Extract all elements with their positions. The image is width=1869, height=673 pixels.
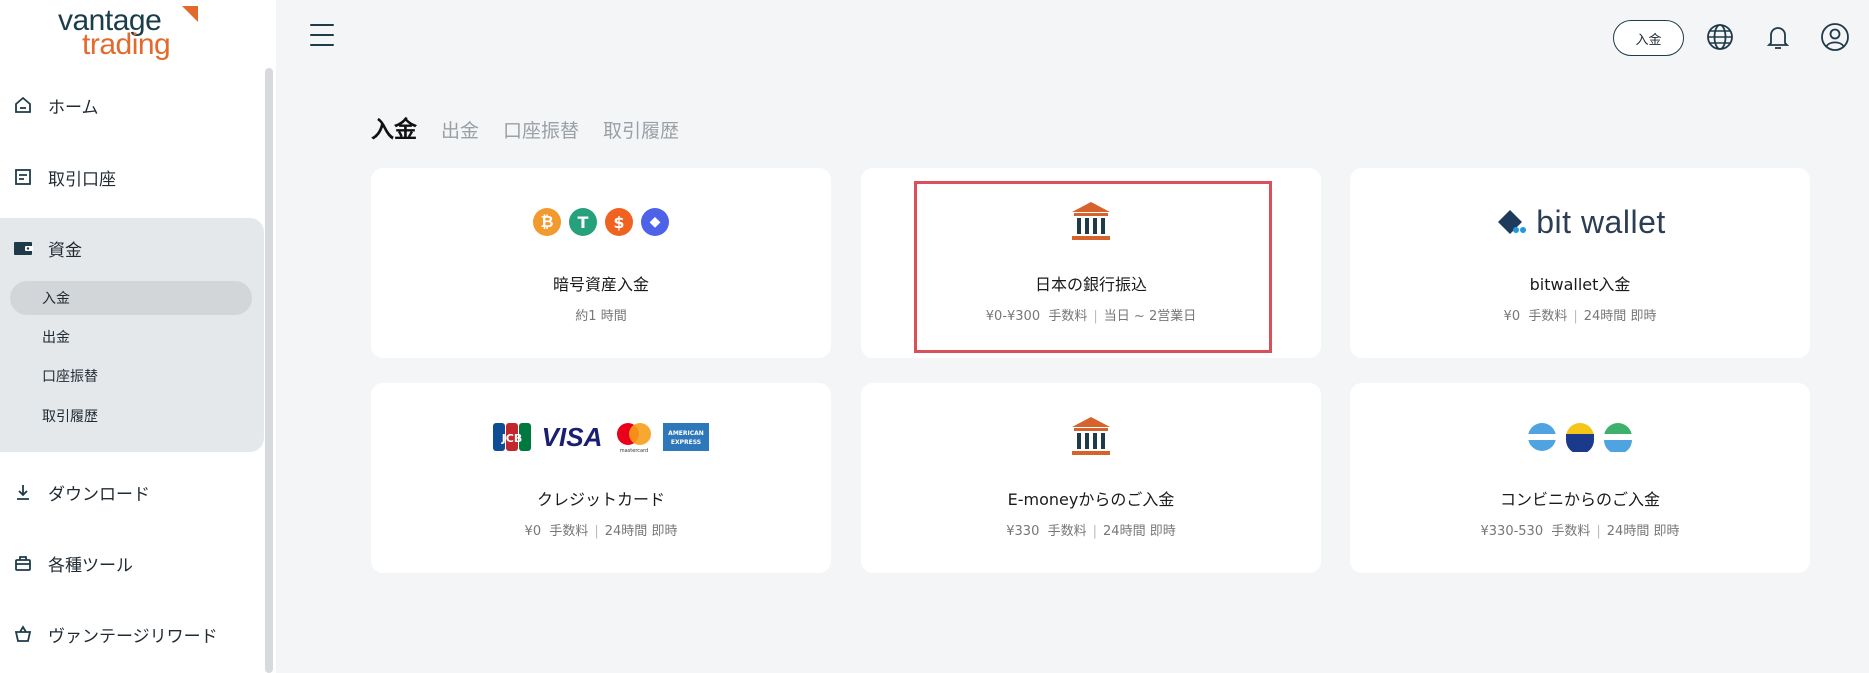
sidebar-item-download[interactable]: ダウンロード bbox=[0, 467, 264, 517]
bell-icon[interactable] bbox=[1762, 21, 1794, 53]
card-fee: ¥330-530 bbox=[1480, 524, 1544, 539]
card-emoney-deposit[interactable]: E-moneyからのご入金 ¥330 手数料 | 24時間 即時 bbox=[861, 383, 1321, 573]
card-fee: ¥0-¥300 bbox=[985, 309, 1041, 324]
bitwallet-logo-bit: bit bbox=[1536, 203, 1572, 240]
card-bitwallet-deposit[interactable]: bit wallet bitwallet入金 ¥0 手数料 | 24時間 即時 bbox=[1350, 168, 1810, 358]
account-icon bbox=[12, 166, 34, 188]
sidebar-item-label: 取引口座 bbox=[48, 169, 116, 190]
user-icon[interactable] bbox=[1819, 21, 1851, 53]
sidebar-item-tools[interactable]: 各種ツール bbox=[0, 538, 264, 588]
sidebar-item-label: 各種ツール bbox=[48, 555, 133, 576]
bitwallet-logo: bit wallet bbox=[1350, 200, 1810, 244]
sidebar-item-label: 資金 bbox=[48, 240, 82, 261]
sub-item-label: 入金 bbox=[42, 291, 70, 307]
svg-text:EXPRESS: EXPRESS bbox=[671, 439, 701, 446]
card-time: 24時間 即時 bbox=[604, 524, 678, 539]
card-convenience-store-deposit[interactable]: コンビニからのご入金 ¥330-530 手数料 | 24時間 即時 bbox=[1350, 383, 1810, 573]
mastercard-icon: mastercard bbox=[613, 422, 655, 453]
card-fee: ¥330 bbox=[1006, 524, 1040, 539]
store-logo-2-icon bbox=[1566, 423, 1594, 452]
card-fee: ¥0 bbox=[524, 524, 542, 539]
card-title: コンビニからのご入金 bbox=[1499, 490, 1660, 509]
card-time: 約1 時間 bbox=[575, 309, 627, 324]
menu-icon[interactable] bbox=[310, 24, 334, 46]
sub-item-label: 口座振替 bbox=[42, 369, 98, 385]
globe-icon[interactable] bbox=[1704, 21, 1736, 53]
card-credit-card[interactable]: JCB VISA mastercard AMERICAN EXPRESS クレジッ… bbox=[371, 383, 831, 573]
vantage-logo[interactable]: vantage trading bbox=[56, 4, 206, 66]
sidebar-item-label: ヴァンテージリワード bbox=[48, 626, 218, 647]
card-title: E-moneyからのご入金 bbox=[1007, 490, 1175, 509]
card-meta: ¥0 手数料 | 24時間 即時 bbox=[524, 524, 678, 539]
bitcoin-icon: ₿ bbox=[533, 208, 561, 236]
amex-icon: AMERICAN EXPRESS bbox=[663, 422, 709, 452]
sidebar-item-accounts[interactable]: 取引口座 bbox=[0, 152, 264, 202]
card-time: 24時間 即時 bbox=[1583, 309, 1657, 324]
card-meta: ¥0-¥300 手数料 | 当日 ~ 2営業日 bbox=[985, 309, 1197, 324]
sidebar-item-label: ダウンロード bbox=[48, 484, 150, 505]
logo-line2: trading bbox=[82, 28, 171, 61]
tab-history[interactable]: 取引履歴 bbox=[603, 116, 679, 143]
store-logo-1-icon bbox=[1528, 423, 1556, 451]
tab-transfer[interactable]: 口座振替 bbox=[503, 116, 579, 143]
usd-coin-icon: $ bbox=[605, 208, 633, 236]
tab-withdraw[interactable]: 出金 bbox=[441, 116, 479, 143]
funds-tabs: 入金 出金 口座振替 取引履歴 bbox=[371, 110, 703, 144]
sidebar-item-rewards[interactable]: ヴァンテージリワード bbox=[0, 609, 264, 659]
sidebar-sub-history[interactable]: 取引履歴 bbox=[10, 399, 252, 433]
svg-text:mastercard: mastercard bbox=[620, 448, 648, 453]
card-meta: ¥330 手数料 | 24時間 即時 bbox=[1006, 524, 1176, 539]
card-title: 日本の銀行振込 bbox=[1034, 275, 1147, 294]
download-icon bbox=[12, 481, 34, 503]
tab-deposit[interactable]: 入金 bbox=[371, 110, 417, 144]
basket-icon bbox=[12, 623, 34, 645]
bank-icon bbox=[861, 415, 1321, 459]
jcb-icon: JCB bbox=[493, 422, 531, 452]
sidebar-sub-deposit[interactable]: 入金 bbox=[10, 281, 252, 315]
card-fee-label: 手数料 bbox=[1048, 309, 1088, 324]
card-fee: ¥0 bbox=[1503, 309, 1521, 324]
card-title: クレジットカード bbox=[536, 490, 665, 509]
sidebar-scrollbar[interactable] bbox=[265, 68, 273, 673]
visa-icon: VISA bbox=[541, 421, 603, 452]
svg-text:AMERICAN: AMERICAN bbox=[668, 430, 704, 437]
card-meta: ¥330-530 手数料 | 24時間 即時 bbox=[1480, 524, 1680, 539]
card-meta: 約1 時間 bbox=[371, 305, 831, 324]
card-crypto-deposit[interactable]: ₿ T $ ◆ 暗号資産入金 約1 時間 bbox=[371, 168, 831, 358]
sidebar-sub-withdraw[interactable]: 出金 bbox=[10, 320, 252, 354]
sidebar-item-home[interactable]: ホーム bbox=[0, 80, 264, 130]
ethereum-icon: ◆ bbox=[641, 208, 669, 236]
toolbox-icon bbox=[12, 552, 34, 574]
card-japan-bank-transfer[interactable]: 日本の銀行振込 ¥0-¥300 手数料 | 当日 ~ 2営業日 bbox=[861, 168, 1321, 358]
sub-item-label: 出金 bbox=[42, 330, 70, 346]
card-title: 暗号資産入金 bbox=[552, 275, 649, 294]
header-deposit-button[interactable]: 入金 bbox=[1613, 20, 1684, 56]
bank-icon bbox=[861, 200, 1321, 244]
card-time: 24時間 即時 bbox=[1606, 524, 1680, 539]
credit-card-icons: JCB VISA mastercard AMERICAN EXPRESS bbox=[371, 415, 831, 459]
card-fee-label: 手数料 bbox=[549, 524, 589, 539]
logo-arrow-icon bbox=[182, 6, 198, 22]
card-fee-label: 手数料 bbox=[1528, 309, 1568, 324]
wallet-icon bbox=[12, 237, 34, 259]
card-time: 当日 ~ 2営業日 bbox=[1103, 309, 1197, 324]
card-title: bitwallet入金 bbox=[1529, 275, 1631, 294]
card-fee-label: 手数料 bbox=[1551, 524, 1591, 539]
crypto-icons: ₿ T $ ◆ bbox=[371, 200, 831, 244]
sidebar-item-funds[interactable]: 資金 bbox=[0, 223, 264, 273]
convenience-store-icons bbox=[1350, 415, 1810, 459]
card-time: 24時間 即時 bbox=[1103, 524, 1176, 539]
store-logo-3-icon bbox=[1604, 423, 1632, 452]
sidebar-item-label: ホーム bbox=[48, 97, 99, 118]
sidebar: vantage trading ホーム 取引口座 資金 入金 出金 口座振替 取… bbox=[0, 0, 276, 673]
card-fee-label: 手数料 bbox=[1047, 524, 1087, 539]
sidebar-sub-transfer[interactable]: 口座振替 bbox=[10, 359, 252, 393]
tether-icon: T bbox=[569, 208, 597, 236]
card-meta: ¥0 手数料 | 24時間 即時 bbox=[1503, 309, 1657, 324]
svg-text:JCB: JCB bbox=[501, 432, 523, 445]
bitwallet-logo-wallet: wallet bbox=[1580, 203, 1666, 240]
home-icon bbox=[12, 94, 34, 116]
sub-item-label: 取引履歴 bbox=[42, 409, 98, 425]
